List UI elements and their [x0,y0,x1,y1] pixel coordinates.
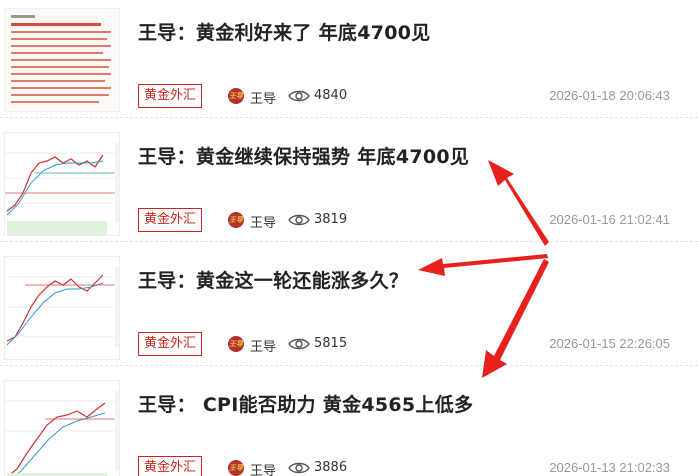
article-title[interactable]: 王导：黄金这一轮还能涨多久？ [138,266,408,293]
view-count: 5815 [314,336,348,351]
author-name[interactable]: 王导 [250,336,276,355]
eye-icon [288,90,310,102]
article-thumbnail[interactable] [4,256,120,360]
list-item[interactable]: 王导：黄金这一轮还能涨多久？ 黄金外汇 王导 王导 5815 2026-01-1… [0,248,698,366]
eye-icon [288,214,310,226]
publish-date: 2026-01-16 21:02:41 [549,212,670,227]
author-avatar-icon: 王导 [228,460,244,476]
article-title[interactable]: 王导：黄金利好来了 年底4700见 [138,18,431,45]
article-meta: 黄金外汇 王导 王导 4840 2026-01-18 20:06:43 [138,84,678,110]
article-thumbnail[interactable] [4,132,120,236]
category-tag[interactable]: 黄金外汇 [138,456,202,476]
eye-icon [288,462,310,474]
category-tag[interactable]: 黄金外汇 [138,332,202,356]
text-article-thumbnail-icon [5,9,119,111]
article-title[interactable]: 王导：黄金继续保持强势 年底4700见 [138,142,469,169]
author-avatar-icon: 王导 [228,212,244,228]
list-item[interactable]: 王导： CPI能否助力 黄金4565上低多 黄金外汇 王导 王导 3886 20… [0,372,698,476]
article-meta: 黄金外汇 王导 王导 5815 2026-01-15 22:26:05 [138,332,678,358]
article-meta: 黄金外汇 王导 王导 3886 2026-01-13 21:02:33 [138,456,678,476]
article-thumbnail[interactable] [4,380,120,476]
author-avatar-icon: 王导 [228,336,244,352]
article-meta: 黄金外汇 王导 王导 3819 2026-01-16 21:02:41 [138,208,678,234]
view-count: 3819 [314,212,348,227]
author-avatar-icon: 王导 [228,88,244,104]
price-chart-thumbnail-icon [5,381,119,476]
view-count: 4840 [314,88,348,103]
category-tag[interactable]: 黄金外汇 [138,84,202,108]
category-tag[interactable]: 黄金外汇 [138,208,202,232]
price-chart-thumbnail-icon [5,133,119,235]
publish-date: 2026-01-18 20:06:43 [549,88,670,103]
publish-date: 2026-01-13 21:02:33 [549,460,670,475]
price-chart-thumbnail-icon [5,257,119,359]
article-thumbnail[interactable] [4,8,120,112]
publish-date: 2026-01-15 22:26:05 [549,336,670,351]
list-item[interactable]: 王导：黄金利好来了 年底4700见 黄金外汇 王导 王导 4840 2026-0… [0,0,698,118]
author-name[interactable]: 王导 [250,88,276,107]
eye-icon [288,338,310,350]
author-name[interactable]: 王导 [250,460,276,476]
list-item[interactable]: 王导：黄金继续保持强势 年底4700见 黄金外汇 王导 王导 3819 2026… [0,124,698,242]
view-count: 3886 [314,460,348,475]
article-title[interactable]: 王导： CPI能否助力 黄金4565上低多 [138,390,473,417]
article-list: 王导：黄金利好来了 年底4700见 黄金外汇 王导 王导 4840 2026-0… [0,0,698,476]
author-name[interactable]: 王导 [250,212,276,231]
